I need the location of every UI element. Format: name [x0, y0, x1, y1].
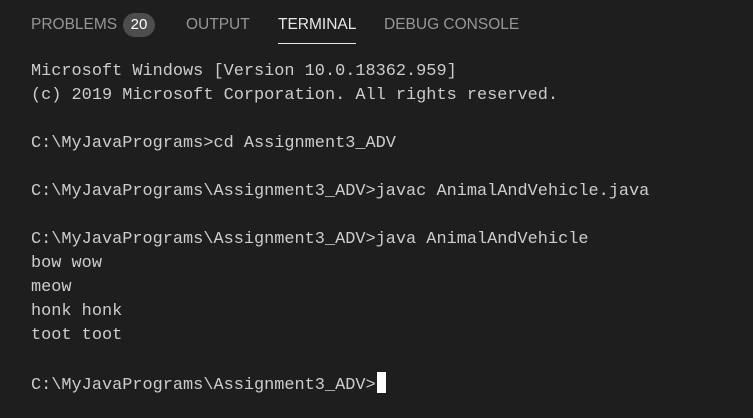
- terminal-line: C:\MyJavaPrograms>cd Assignment3_ADV: [31, 134, 396, 153]
- terminal-panel: PROBLEMS 20 OUTPUT TERMINAL DEBUG CONSOL…: [0, 0, 753, 418]
- tab-terminal[interactable]: TERMINAL: [278, 0, 357, 48]
- tab-problems-label: PROBLEMS: [31, 16, 118, 33]
- terminal-line: toot toot: [31, 326, 123, 345]
- terminal-prompt-line[interactable]: C:\MyJavaPrograms\Assignment3_ADV>: [31, 372, 746, 396]
- tab-problems[interactable]: PROBLEMS: [31, 0, 117, 48]
- terminal-prompt: C:\MyJavaPrograms\Assignment3_ADV>: [31, 376, 376, 395]
- terminal-output[interactable]: Microsoft Windows [Version 10.0.18362.95…: [31, 60, 746, 396]
- tab-debug-console-label: DEBUG CONSOLE: [384, 16, 520, 33]
- active-tab-underline: [278, 43, 357, 44]
- tab-terminal-label: TERMINAL: [278, 16, 357, 33]
- terminal-line: bow wow: [31, 254, 102, 273]
- problems-count-badge: 20: [123, 13, 155, 37]
- tab-output-label: OUTPUT: [186, 16, 250, 33]
- panel-tab-bar: PROBLEMS 20 OUTPUT TERMINAL DEBUG CONSOL…: [0, 0, 753, 48]
- terminal-line: Microsoft Windows [Version 10.0.18362.95…: [31, 62, 457, 81]
- terminal-line: honk honk: [31, 302, 123, 321]
- terminal-cursor: [376, 372, 386, 393]
- tab-output[interactable]: OUTPUT: [186, 0, 250, 48]
- terminal-line: C:\MyJavaPrograms\Assignment3_ADV>java A…: [31, 230, 589, 249]
- terminal-line: C:\MyJavaPrograms\Assignment3_ADV>javac …: [31, 182, 650, 201]
- tab-debug-console[interactable]: DEBUG CONSOLE: [384, 0, 519, 48]
- terminal-line: meow: [31, 278, 72, 297]
- terminal-line: (c) 2019 Microsoft Corporation. All righ…: [31, 86, 559, 105]
